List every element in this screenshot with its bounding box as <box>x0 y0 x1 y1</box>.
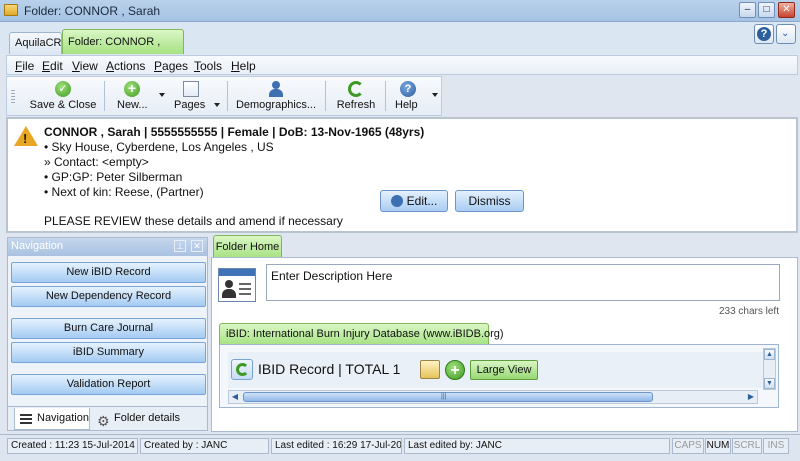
refresh-button[interactable]: Refresh <box>331 79 381 113</box>
maximize-button[interactable]: □ <box>758 2 775 18</box>
tab-navigation[interactable]: Navigation <box>14 408 90 430</box>
menu-view[interactable]: View <box>72 59 98 73</box>
folder-app-icon <box>4 4 18 16</box>
toolbar-separator <box>325 81 326 111</box>
scroll-left-icon[interactable]: ◀ <box>229 391 241 403</box>
refresh-icon <box>348 81 364 97</box>
save-close-button[interactable]: ✓ Save & Close <box>27 79 99 113</box>
scroll-lock-indicator: SCRL <box>732 438 762 454</box>
minimize-button[interactable]: – <box>739 2 756 18</box>
title-bar: Folder: CONNOR , Sarah – □ ✕ <box>0 0 800 22</box>
ibid-panel: IBID Record | TOTAL 1 + Large View ▲ ▼ ◀… <box>219 344 779 408</box>
gear-icon: ⚙ <box>97 413 110 429</box>
toolbar-separator <box>385 81 386 111</box>
validation-report-button[interactable]: Validation Report <box>11 374 206 395</box>
caps-indicator: CAPS <box>672 438 704 454</box>
review-message: PLEASE REVIEW these details and amend if… <box>44 214 343 228</box>
folder-open-icon[interactable] <box>420 360 440 379</box>
patient-contact: » Contact: <empty> <box>44 155 149 169</box>
status-created: Created : 11:23 15-Jul-2014 <box>7 438 138 454</box>
ibid-summary-button[interactable]: iBID Summary <box>11 342 206 363</box>
help-icon[interactable]: ? <box>754 24 774 44</box>
scroll-right-icon[interactable]: ▶ <box>745 391 757 403</box>
close-button[interactable]: ✕ <box>778 2 795 18</box>
menu-pages[interactable]: Pages <box>154 59 188 73</box>
refresh-icon[interactable] <box>231 359 253 380</box>
ibid-record-header: IBID Record | TOTAL 1 + Large View <box>228 352 768 388</box>
new-dropdown-arrow-icon[interactable] <box>159 93 165 97</box>
scroll-up-icon[interactable]: ▲ <box>764 349 775 360</box>
check-icon: ✓ <box>55 81 71 97</box>
pages-dropdown-arrow-icon[interactable] <box>214 103 220 107</box>
demographics-button[interactable]: Demographics... <box>231 79 321 113</box>
menu-tools[interactable]: Tools <box>194 59 222 73</box>
status-last-edited: Last edited : 16:29 17-Jul-2014 <box>271 438 402 454</box>
pages-button[interactable]: Pages <box>169 79 225 113</box>
navigation-header: Navigation ⊥ ✕ <box>8 238 207 256</box>
list-icon <box>20 414 32 424</box>
horizontal-scroll-thumb[interactable] <box>243 392 653 402</box>
navigation-panel: Navigation ⊥ ✕ New iBID Record New Depen… <box>7 237 208 431</box>
menu-bar: File Edit View Actions Pages Tools Help <box>6 55 798 75</box>
patient-next-of-kin: • Next of kin: Reese, (Partner) <box>44 185 204 199</box>
toolbar: ✓ Save & Close + New... Pages Demographi… <box>6 76 442 116</box>
patient-address: • Sky House, Cyberdene, Los Angeles , US <box>44 140 274 154</box>
tab-folder-home[interactable]: Folder Home <box>213 235 282 258</box>
num-indicator: NUM <box>705 438 731 454</box>
horizontal-scrollbar[interactable]: ◀ ||| ▶ <box>228 390 758 404</box>
new-dependency-record-button[interactable]: New Dependency Record <box>11 286 206 307</box>
tab-ibid-database[interactable]: iBID: International Burn Injury Database… <box>219 323 504 345</box>
help-icon: ? <box>400 81 416 97</box>
dismiss-button[interactable]: Dismiss <box>455 190 524 212</box>
toolbar-grip[interactable] <box>11 90 15 104</box>
burn-care-journal-button[interactable]: Burn Care Journal <box>11 318 206 339</box>
vertical-scrollbar[interactable]: ▲ ▼ <box>763 348 776 390</box>
patient-header: CONNOR , Sarah | 5555555555 | Female | D… <box>44 125 425 139</box>
tab-folder-connor[interactable]: Folder: CONNOR , Sarah <box>62 29 184 72</box>
navigation-tabs: Navigation ⚙ Folder details <box>8 406 207 430</box>
ibid-record-title: IBID Record | TOTAL 1 <box>258 361 401 377</box>
insert-indicator: INS <box>763 438 789 454</box>
help-button[interactable]: ? Help <box>389 79 439 113</box>
description-field[interactable]: Enter Description Here <box>266 264 780 301</box>
pin-icon[interactable]: ⊥ <box>174 240 186 252</box>
options-chevron-icon[interactable]: ⌄ <box>776 24 796 44</box>
large-view-button[interactable]: Large View <box>470 360 538 380</box>
status-last-edited-by: Last edited by: JANC <box>404 438 670 454</box>
edit-button[interactable]: Edit... <box>380 190 448 212</box>
toolbar-separator <box>227 81 228 111</box>
plus-icon: + <box>124 81 140 97</box>
add-icon[interactable]: + <box>445 360 465 380</box>
page-icon <box>183 81 199 97</box>
scroll-down-icon[interactable]: ▼ <box>764 378 775 389</box>
menu-file[interactable]: File <box>15 59 34 73</box>
chars-left-counter: 233 chars left <box>718 306 779 317</box>
status-created-by: Created by : JANC <box>140 438 269 454</box>
new-button[interactable]: + New... <box>109 79 167 113</box>
menu-edit[interactable]: Edit <box>42 59 63 73</box>
close-icon[interactable]: ✕ <box>191 240 203 252</box>
tab-aquilacrs[interactable]: AquilaCRS <box>9 32 69 54</box>
contact-card-icon <box>218 268 256 302</box>
window-title: Folder: CONNOR , Sarah <box>24 4 161 18</box>
patient-alert-panel: ! CONNOR , Sarah | 5555555555 | Female |… <box>6 117 798 233</box>
help-dropdown-arrow-icon[interactable] <box>432 93 438 97</box>
toolbar-separator <box>104 81 105 111</box>
person-icon <box>268 81 284 97</box>
menu-help[interactable]: Help <box>231 59 256 73</box>
new-ibid-record-button[interactable]: New iBID Record <box>11 262 206 283</box>
patient-gp: • GP:GP: Peter Silberman <box>44 170 183 184</box>
tab-folder-details[interactable]: ⚙ Folder details <box>92 408 182 430</box>
person-edit-icon <box>390 195 403 207</box>
document-tabs: AquilaCRS Folder: CONNOR , Sarah ? ⌄ <box>0 22 800 72</box>
menu-actions[interactable]: Actions <box>106 59 145 73</box>
folder-home-content: Enter Description Here 233 chars left iB… <box>211 257 798 432</box>
status-bar: Created : 11:23 15-Jul-2014 Created by :… <box>0 434 800 461</box>
